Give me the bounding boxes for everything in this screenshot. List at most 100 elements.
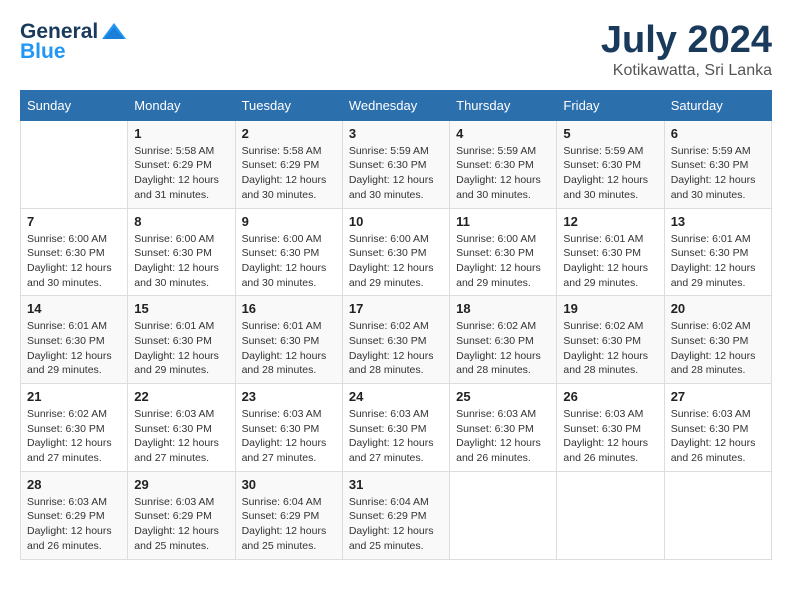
day-info: Sunrise: 6:03 AMSunset: 6:30 PMDaylight:… [242,407,336,466]
calendar-day-header: Sunday [21,90,128,120]
day-number: 14 [27,301,121,316]
calendar-cell: 30Sunrise: 6:04 AMSunset: 6:29 PMDayligh… [235,471,342,559]
calendar-cell [557,471,664,559]
calendar-cell: 26Sunrise: 6:03 AMSunset: 6:30 PMDayligh… [557,384,664,472]
day-info: Sunrise: 6:03 AMSunset: 6:29 PMDaylight:… [134,495,228,554]
calendar-table: SundayMondayTuesdayWednesdayThursdayFrid… [20,90,772,560]
day-number: 3 [349,126,443,141]
day-number: 15 [134,301,228,316]
calendar-cell: 2Sunrise: 5:58 AMSunset: 6:29 PMDaylight… [235,120,342,208]
day-number: 2 [242,126,336,141]
calendar-cell: 7 Sunrise: 6:00 AMSunset: 6:30 PMDaylight… [21,208,128,296]
day-number: 22 [134,389,228,404]
day-info: Sunrise: 6:04 AMSunset: 6:29 PMDaylight:… [242,495,336,554]
calendar-cell: 12 Sunrise: 6:01 AMSunset: 6:30 PMDayligh… [557,208,664,296]
calendar-cell: 25Sunrise: 6:03 AMSunset: 6:30 PMDayligh… [450,384,557,472]
day-number: 12 [563,214,657,229]
day-number: 13 [671,214,765,229]
day-info: Sunrise: 5:59 AMSunset: 6:30 PMDaylight:… [456,144,550,203]
day-number: 16 [242,301,336,316]
day-info: Sunrise: 6:00 AMSunset: 6:30 PMDaylight:… [27,232,121,291]
day-number: 18 [456,301,550,316]
day-number: 23 [242,389,336,404]
day-number: 5 [563,126,657,141]
day-number: 28 [27,477,121,492]
calendar-cell: 29 Sunrise: 6:03 AMSunset: 6:29 PMDayligh… [128,471,235,559]
calendar-week-row: 21 Sunrise: 6:02 AMSunset: 6:30 PMDayligh… [21,384,772,472]
day-number: 1 [134,126,228,141]
calendar-week-row: 14 Sunrise: 6:01 AMSunset: 6:30 PMDayligh… [21,296,772,384]
calendar-cell: 10 Sunrise: 6:00 AMSunset: 6:30 PMDayligh… [342,208,449,296]
day-number: 25 [456,389,550,404]
day-info: Sunrise: 6:02 AMSunset: 6:30 PMDaylight:… [563,319,657,378]
calendar-week-row: 7 Sunrise: 6:00 AMSunset: 6:30 PMDaylight… [21,208,772,296]
day-info: Sunrise: 6:02 AMSunset: 6:30 PMDaylight:… [27,407,121,466]
calendar-cell: 6 Sunrise: 5:59 AMSunset: 6:30 PMDaylight… [664,120,771,208]
day-number: 9 [242,214,336,229]
day-info: Sunrise: 5:59 AMSunset: 6:30 PMDaylight:… [563,144,657,203]
calendar-cell: 18 Sunrise: 6:02 AMSunset: 6:30 PMDayligh… [450,296,557,384]
calendar-cell: 31Sunrise: 6:04 AMSunset: 6:29 PMDayligh… [342,471,449,559]
day-info: Sunrise: 6:01 AMSunset: 6:30 PMDaylight:… [242,319,336,378]
calendar-day-header: Thursday [450,90,557,120]
day-info: Sunrise: 6:00 AMSunset: 6:30 PMDaylight:… [242,232,336,291]
day-number: 10 [349,214,443,229]
calendar-day-header: Friday [557,90,664,120]
calendar-cell: 19 Sunrise: 6:02 AMSunset: 6:30 PMDayligh… [557,296,664,384]
day-info: Sunrise: 6:02 AMSunset: 6:30 PMDaylight:… [671,319,765,378]
day-info: Sunrise: 6:00 AMSunset: 6:30 PMDaylight:… [456,232,550,291]
day-info: Sunrise: 6:00 AMSunset: 6:30 PMDaylight:… [134,232,228,291]
calendar-header-row: SundayMondayTuesdayWednesdayThursdayFrid… [21,90,772,120]
day-info: Sunrise: 6:03 AMSunset: 6:30 PMDaylight:… [563,407,657,466]
day-info: Sunrise: 5:59 AMSunset: 6:30 PMDaylight:… [671,144,765,203]
day-number: 6 [671,126,765,141]
calendar-week-row: 28 Sunrise: 6:03 AMSunset: 6:29 PMDayligh… [21,471,772,559]
day-info: Sunrise: 6:01 AMSunset: 6:30 PMDaylight:… [27,319,121,378]
calendar-day-header: Wednesday [342,90,449,120]
calendar-day-header: Monday [128,90,235,120]
day-info: Sunrise: 6:04 AMSunset: 6:29 PMDaylight:… [349,495,443,554]
calendar-cell: 15Sunrise: 6:01 AMSunset: 6:30 PMDayligh… [128,296,235,384]
day-info: Sunrise: 6:03 AMSunset: 6:30 PMDaylight:… [134,407,228,466]
calendar-cell: 20 Sunrise: 6:02 AMSunset: 6:30 PMDayligh… [664,296,771,384]
day-info: Sunrise: 6:01 AMSunset: 6:30 PMDaylight:… [671,232,765,291]
calendar-cell: 13 Sunrise: 6:01 AMSunset: 6:30 PMDayligh… [664,208,771,296]
day-number: 4 [456,126,550,141]
day-info: Sunrise: 6:01 AMSunset: 6:30 PMDaylight:… [563,232,657,291]
calendar-cell: 3 Sunrise: 5:59 AMSunset: 6:30 PMDaylight… [342,120,449,208]
calendar-cell [21,120,128,208]
calendar-cell: 9 Sunrise: 6:00 AMSunset: 6:30 PMDaylight… [235,208,342,296]
day-number: 24 [349,389,443,404]
day-info: Sunrise: 6:03 AMSunset: 6:30 PMDaylight:… [349,407,443,466]
calendar-cell: 16 Sunrise: 6:01 AMSunset: 6:30 PMDayligh… [235,296,342,384]
day-info: Sunrise: 5:59 AMSunset: 6:30 PMDaylight:… [349,144,443,203]
calendar-cell: 21 Sunrise: 6:02 AMSunset: 6:30 PMDayligh… [21,384,128,472]
day-number: 17 [349,301,443,316]
title-section: July 2024 Kotikawatta, Sri Lanka [601,20,772,80]
calendar-cell [664,471,771,559]
calendar-day-header: Saturday [664,90,771,120]
day-number: 29 [134,477,228,492]
calendar-cell: 14 Sunrise: 6:01 AMSunset: 6:30 PMDayligh… [21,296,128,384]
day-number: 7 [27,214,121,229]
calendar-cell: 27Sunrise: 6:03 AMSunset: 6:30 PMDayligh… [664,384,771,472]
day-number: 8 [134,214,228,229]
page-header: General Blue July 2024 Kotikawatta, Sri … [20,20,772,80]
calendar-cell: 8 Sunrise: 6:00 AMSunset: 6:30 PMDaylight… [128,208,235,296]
day-number: 11 [456,214,550,229]
page-subtitle: Kotikawatta, Sri Lanka [601,62,772,80]
day-info: Sunrise: 5:58 AMSunset: 6:29 PMDaylight:… [134,144,228,203]
logo: General Blue [20,20,128,64]
day-number: 21 [27,389,121,404]
day-info: Sunrise: 6:02 AMSunset: 6:30 PMDaylight:… [456,319,550,378]
calendar-cell: 24 Sunrise: 6:03 AMSunset: 6:30 PMDayligh… [342,384,449,472]
calendar-cell: 11 Sunrise: 6:00 AMSunset: 6:30 PMDayligh… [450,208,557,296]
day-number: 19 [563,301,657,316]
day-number: 20 [671,301,765,316]
calendar-cell: 22 Sunrise: 6:03 AMSunset: 6:30 PMDayligh… [128,384,235,472]
calendar-cell: 5 Sunrise: 5:59 AMSunset: 6:30 PMDaylight… [557,120,664,208]
day-info: Sunrise: 6:00 AMSunset: 6:30 PMDaylight:… [349,232,443,291]
logo-icon [100,21,128,43]
calendar-cell: 28Sunrise: 6:03 AMSunset: 6:29 PMDayligh… [21,471,128,559]
calendar-week-row: 1 Sunrise: 5:58 AMSunset: 6:29 PMDaylight… [21,120,772,208]
